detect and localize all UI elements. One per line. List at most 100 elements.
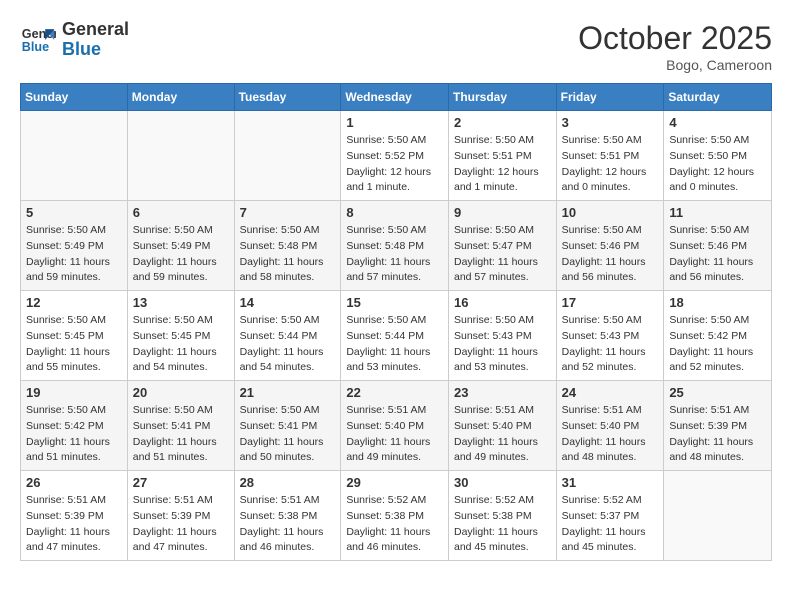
day-number: 3 (562, 115, 659, 130)
calendar-cell: 20 Sunrise: 5:50 AMSunset: 5:41 PMDayligh… (127, 381, 234, 471)
calendar-cell: 19 Sunrise: 5:50 AMSunset: 5:42 PMDayligh… (21, 381, 128, 471)
day-number: 15 (346, 295, 443, 310)
day-info: Sunrise: 5:50 AMSunset: 5:50 PMDaylight:… (669, 133, 766, 196)
svg-text:Blue: Blue (22, 40, 49, 54)
calendar-cell: 31 Sunrise: 5:52 AMSunset: 5:37 PMDayligh… (556, 471, 664, 561)
calendar-cell: 2Sunrise: 5:50 AMSunset: 5:51 PMDaylight… (449, 111, 557, 201)
weekday-header: Wednesday (341, 84, 449, 111)
day-info: Sunrise: 5:50 AMSunset: 5:41 PMDaylight:… (240, 403, 336, 466)
weekday-header-row: SundayMondayTuesdayWednesdayThursdayFrid… (21, 84, 772, 111)
calendar-week-row: 26Sunrise: 5:51 AMSunset: 5:39 PMDayligh… (21, 471, 772, 561)
day-number: 18 (669, 295, 766, 310)
calendar-cell: 28Sunrise: 5:51 AMSunset: 5:38 PMDayligh… (234, 471, 341, 561)
calendar-cell: 12 Sunrise: 5:50 AMSunset: 5:45 PMDayligh… (21, 291, 128, 381)
day-info: Sunrise: 5:50 AMSunset: 5:43 PMDaylight:… (454, 313, 551, 376)
day-number: 12 (26, 295, 122, 310)
day-info: Sunrise: 5:50 AMSunset: 5:52 PMDaylight:… (346, 133, 443, 196)
day-info: Sunrise: 5:51 AMSunset: 5:39 PMDaylight:… (26, 493, 122, 556)
day-info: Sunrise: 5:50 AMSunset: 5:41 PMDaylight:… (133, 403, 229, 466)
day-info: Sunrise: 5:50 AMSunset: 5:46 PMDaylight:… (669, 223, 766, 286)
weekday-header: Tuesday (234, 84, 341, 111)
calendar-week-row: 5 Sunrise: 5:50 AMSunset: 5:49 PMDaylight… (21, 201, 772, 291)
calendar-cell: 24 Sunrise: 5:51 AMSunset: 5:40 PMDayligh… (556, 381, 664, 471)
calendar-cell: 18 Sunrise: 5:50 AMSunset: 5:42 PMDayligh… (664, 291, 772, 381)
logo: General Blue General Blue (20, 20, 129, 60)
day-number: 11 (669, 205, 766, 220)
calendar-cell: 26Sunrise: 5:51 AMSunset: 5:39 PMDayligh… (21, 471, 128, 561)
day-number: 21 (240, 385, 336, 400)
calendar-cell: 8Sunrise: 5:50 AMSunset: 5:48 PMDaylight… (341, 201, 449, 291)
day-number: 22 (346, 385, 443, 400)
calendar-cell: 3Sunrise: 5:50 AMSunset: 5:51 PMDaylight… (556, 111, 664, 201)
day-number: 27 (133, 475, 229, 490)
day-number: 6 (133, 205, 229, 220)
day-info: Sunrise: 5:50 AMSunset: 5:44 PMDaylight:… (240, 313, 336, 376)
calendar-cell: 16 Sunrise: 5:50 AMSunset: 5:43 PMDayligh… (449, 291, 557, 381)
day-info: Sunrise: 5:50 AMSunset: 5:45 PMDaylight:… (26, 313, 122, 376)
day-info: Sunrise: 5:51 AMSunset: 5:40 PMDaylight:… (346, 403, 443, 466)
location: Bogo, Cameroon (578, 57, 772, 73)
day-info: Sunrise: 5:51 AMSunset: 5:40 PMDaylight:… (454, 403, 551, 466)
day-number: 7 (240, 205, 336, 220)
calendar-cell: 22 Sunrise: 5:51 AMSunset: 5:40 PMDayligh… (341, 381, 449, 471)
page-header: General Blue General Blue October 2025 B… (20, 20, 772, 73)
day-number: 13 (133, 295, 229, 310)
day-info: Sunrise: 5:51 AMSunset: 5:39 PMDaylight:… (669, 403, 766, 466)
calendar-cell: 9Sunrise: 5:50 AMSunset: 5:47 PMDaylight… (449, 201, 557, 291)
calendar-cell: 4 Sunrise: 5:50 AMSunset: 5:50 PMDaylight… (664, 111, 772, 201)
day-info: Sunrise: 5:50 AMSunset: 5:42 PMDaylight:… (26, 403, 122, 466)
calendar-cell: 17Sunrise: 5:50 AMSunset: 5:43 PMDayligh… (556, 291, 664, 381)
calendar-week-row: 12 Sunrise: 5:50 AMSunset: 5:45 PMDayligh… (21, 291, 772, 381)
day-number: 16 (454, 295, 551, 310)
day-number: 25 (669, 385, 766, 400)
day-info: Sunrise: 5:50 AMSunset: 5:42 PMDaylight:… (669, 313, 766, 376)
day-number: 28 (240, 475, 336, 490)
calendar-week-row: 1 Sunrise: 5:50 AMSunset: 5:52 PMDaylight… (21, 111, 772, 201)
calendar-cell: 11 Sunrise: 5:50 AMSunset: 5:46 PMDayligh… (664, 201, 772, 291)
day-info: Sunrise: 5:50 AMSunset: 5:49 PMDaylight:… (133, 223, 229, 286)
weekday-header: Thursday (449, 84, 557, 111)
logo-text-general: General (62, 20, 129, 40)
day-number: 10 (562, 205, 659, 220)
calendar-cell (127, 111, 234, 201)
day-info: Sunrise: 5:52 AMSunset: 5:37 PMDaylight:… (562, 493, 659, 556)
logo-text-blue: Blue (62, 40, 129, 60)
day-number: 19 (26, 385, 122, 400)
day-number: 9 (454, 205, 551, 220)
day-info: Sunrise: 5:50 AMSunset: 5:43 PMDaylight:… (562, 313, 659, 376)
day-info: Sunrise: 5:50 AMSunset: 5:44 PMDaylight:… (346, 313, 443, 376)
weekday-header: Sunday (21, 84, 128, 111)
weekday-header: Friday (556, 84, 664, 111)
calendar-cell: 23 Sunrise: 5:51 AMSunset: 5:40 PMDayligh… (449, 381, 557, 471)
calendar-cell: 15 Sunrise: 5:50 AMSunset: 5:44 PMDayligh… (341, 291, 449, 381)
calendar-cell: 10 Sunrise: 5:50 AMSunset: 5:46 PMDayligh… (556, 201, 664, 291)
day-number: 20 (133, 385, 229, 400)
calendar-week-row: 19 Sunrise: 5:50 AMSunset: 5:42 PMDayligh… (21, 381, 772, 471)
day-number: 1 (346, 115, 443, 130)
calendar-cell: 25 Sunrise: 5:51 AMSunset: 5:39 PMDayligh… (664, 381, 772, 471)
calendar-cell: 6 Sunrise: 5:50 AMSunset: 5:49 PMDaylight… (127, 201, 234, 291)
weekday-header: Monday (127, 84, 234, 111)
title-block: October 2025 Bogo, Cameroon (578, 20, 772, 73)
day-info: Sunrise: 5:50 AMSunset: 5:46 PMDaylight:… (562, 223, 659, 286)
day-number: 31 (562, 475, 659, 490)
weekday-header: Saturday (664, 84, 772, 111)
calendar-cell: 30Sunrise: 5:52 AMSunset: 5:38 PMDayligh… (449, 471, 557, 561)
day-info: Sunrise: 5:50 AMSunset: 5:45 PMDaylight:… (133, 313, 229, 376)
calendar-cell (664, 471, 772, 561)
day-number: 23 (454, 385, 551, 400)
day-info: Sunrise: 5:50 AMSunset: 5:49 PMDaylight:… (26, 223, 122, 286)
day-number: 14 (240, 295, 336, 310)
calendar-cell: 29Sunrise: 5:52 AMSunset: 5:38 PMDayligh… (341, 471, 449, 561)
calendar-cell: 7 Sunrise: 5:50 AMSunset: 5:48 PMDaylight… (234, 201, 341, 291)
day-number: 4 (669, 115, 766, 130)
calendar-cell: 5 Sunrise: 5:50 AMSunset: 5:49 PMDaylight… (21, 201, 128, 291)
calendar-cell: 1 Sunrise: 5:50 AMSunset: 5:52 PMDaylight… (341, 111, 449, 201)
day-number: 24 (562, 385, 659, 400)
logo-icon: General Blue (20, 22, 56, 58)
day-number: 29 (346, 475, 443, 490)
day-info: Sunrise: 5:50 AMSunset: 5:51 PMDaylight:… (454, 133, 551, 196)
day-number: 5 (26, 205, 122, 220)
day-info: Sunrise: 5:50 AMSunset: 5:48 PMDaylight:… (240, 223, 336, 286)
day-info: Sunrise: 5:51 AMSunset: 5:40 PMDaylight:… (562, 403, 659, 466)
